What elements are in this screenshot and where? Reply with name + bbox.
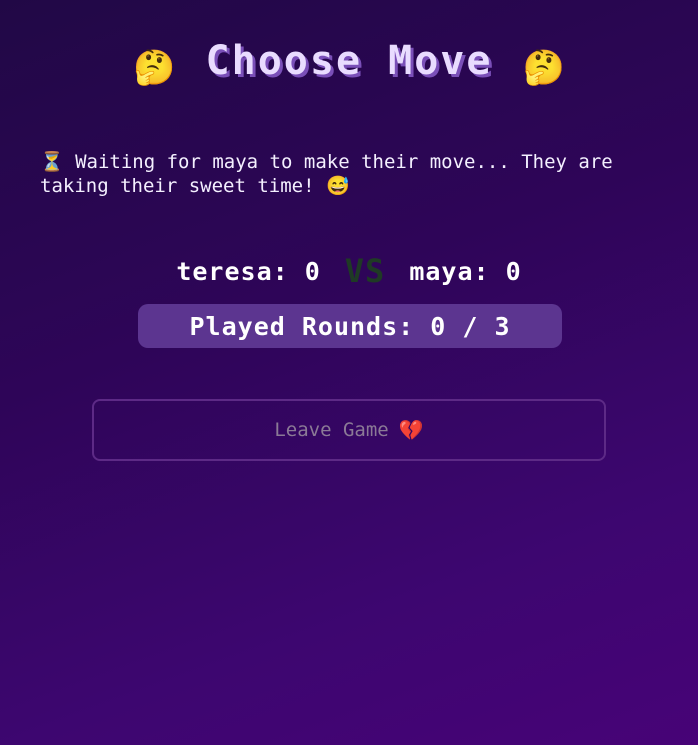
- leave-game-label: Leave Game: [274, 419, 389, 441]
- thinking-face-icon: 🤔: [522, 48, 565, 88]
- broken-heart-icon: 💔: [398, 418, 424, 442]
- leave-game-button[interactable]: Leave Game 💔: [92, 399, 606, 461]
- played-rounds-label: Played Rounds: 0 / 3: [189, 311, 511, 341]
- scoreboard: teresa: 0 VS maya: 0: [0, 252, 698, 290]
- thinking-face-icon: 🤔: [133, 48, 176, 88]
- player1-score: teresa: 0: [176, 256, 321, 286]
- title-row: 🤔 Choose Move 🤔: [0, 38, 698, 88]
- player2-score: maya: 0: [409, 256, 522, 286]
- played-rounds-badge: Played Rounds: 0 / 3: [138, 304, 562, 348]
- vs-label: VS: [344, 252, 386, 290]
- page-title: Choose Move: [205, 38, 493, 84]
- waiting-message: ⏳ Waiting for maya to make their move...…: [40, 151, 613, 197]
